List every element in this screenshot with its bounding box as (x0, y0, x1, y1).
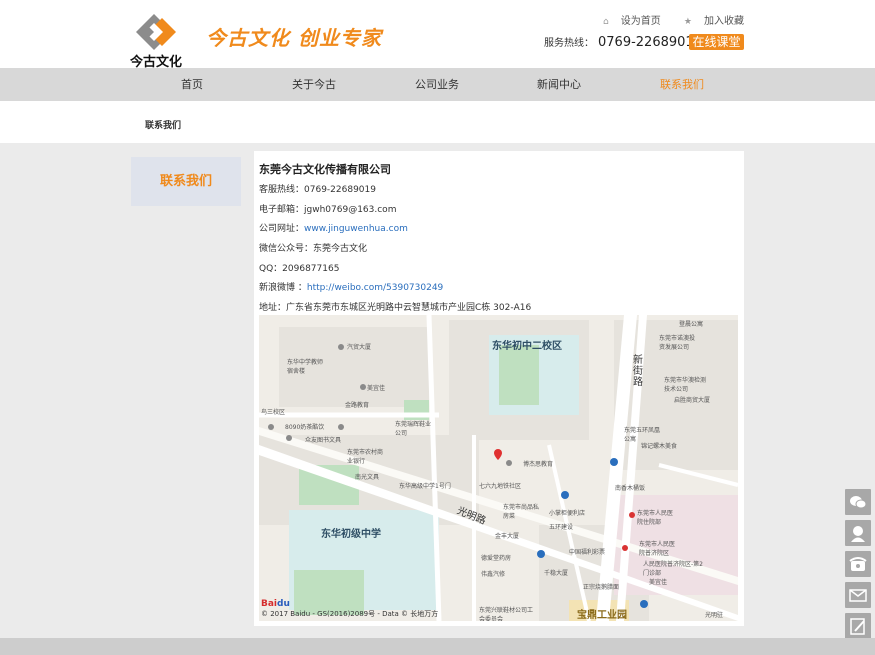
hotline-number: 0769-22689019 (598, 35, 702, 50)
map-poi: 五环建设 (549, 524, 574, 531)
qq-label: QQ： (259, 264, 283, 274)
add-favorite-label: 加入收藏 (704, 16, 744, 27)
website-link[interactable]: www.jinguwenhua.com (304, 224, 408, 234)
nav-item-contact[interactable]: 联系我们 (642, 68, 722, 101)
map-poi: 七六九地铁社区 (479, 483, 522, 490)
map-poi: 锦记螺木美食 (641, 443, 678, 450)
map-poi: 鸟三校区 (261, 409, 286, 416)
map-poi: 东莞市诺澳投资发展公司 (659, 335, 696, 351)
set-homepage-label: 设为首页 (620, 16, 661, 27)
map-poi: 正宗烧鹅腊面 (583, 584, 620, 591)
address-label: 地址： (259, 303, 287, 313)
map-label-road-xinjie: 新街路 (633, 355, 643, 388)
map-poi: 众友图书文具 (305, 437, 342, 444)
nav-item-home[interactable]: 首页 (152, 68, 232, 101)
map-poi: 南香木桶饭 (615, 485, 646, 492)
website-line: 公司网址：www.jinguwenhua.com (259, 221, 408, 234)
phone-icon (849, 557, 867, 571)
map-poi: 东莞瑞辉鞋业公司 (395, 421, 432, 437)
home-icon: ⌂ (603, 17, 609, 27)
feedback-icon (850, 618, 865, 635)
online-class-button[interactable]: 在线课堂 (689, 34, 744, 50)
main-nav: 首页 关于今古 公司业务 新闻中心 联系我们 (0, 68, 875, 101)
map-poi: 光明驻 (705, 612, 724, 619)
footer-strip (0, 638, 875, 655)
wechat-button[interactable] (845, 489, 871, 515)
wechat-value: 东莞今古文化 (313, 244, 368, 254)
star-icon: ★ (683, 17, 692, 27)
customer-service-button[interactable] (845, 520, 871, 546)
email-value[interactable]: jgwh0769@163.com (304, 205, 396, 215)
map-poi: 德爱堂药房 (481, 555, 512, 562)
map-poi: 东莞市人民医院普济院区 (639, 541, 676, 557)
map-label-industrial: 宝鼎工业园 (577, 610, 627, 621)
mail-button[interactable] (845, 582, 871, 608)
baidu-map-logo: Baidu (261, 599, 290, 609)
qq-value: 2096877165 (282, 264, 340, 274)
map-poi: 启胜商贸大厦 (674, 397, 711, 404)
map-poi: 东莞市尚品私房菜 (503, 504, 540, 520)
address-value: 广东省东莞市东城区光明路中云智慧城市产业园C栋 302-A16 (286, 303, 532, 313)
email-line: 电子邮箱：jgwh0769@163.com (259, 202, 396, 215)
map-poi: 博杰思教育 (523, 461, 554, 468)
nav-item-about[interactable]: 关于今古 (274, 68, 354, 101)
qq-line: QQ：2096877165 (259, 261, 339, 274)
map-poi: 美宜佳 (649, 579, 668, 586)
map-poi: 金丰大厦 (495, 533, 520, 540)
wechat-line: 微信公众号：东莞今古文化 (259, 241, 367, 254)
company-name: 东莞今古文化传播有限公司 (259, 163, 391, 176)
map-poi: 8090奶茶酷饮 (285, 424, 325, 431)
map-poi: 登晨公寓 (679, 321, 704, 328)
map-copyright: © 2017 Baidu - GS(2016)2089号 - Data © 长地… (261, 610, 439, 618)
map-poi: 美宜佳 (367, 385, 386, 392)
add-favorite-link[interactable]: ★ 加入收藏 (674, 16, 744, 27)
map-poi: 伟鑫汽修 (481, 571, 506, 578)
map-poi: 东华高级中学1号门 (399, 483, 451, 490)
map-label-school-mid: 东华初级中学 (321, 529, 381, 540)
map-poi: 金路教育 (345, 402, 370, 409)
service-hotline-line: 客服热线：0769-22689019 (259, 182, 376, 195)
breadcrumb: 联系我们 (145, 121, 182, 131)
map-poi: 东莞兴联鞋材公司工会委员会 (479, 607, 534, 621)
mail-icon (849, 589, 867, 602)
contact-panel: 东莞今古文化传播有限公司 客服热线：0769-22689019 电子邮箱：jgw… (254, 151, 744, 626)
map-label-school2: 东华初中二校区 (492, 341, 562, 352)
map-poi: 汽贸大厦 (347, 344, 372, 351)
weibo-line: 新浪微博 ：http://weibo.com/5390730249 (259, 280, 443, 293)
set-homepage-link[interactable]: ⌂ 设为首页 (593, 16, 661, 27)
service-hotline-value: 0769-22689019 (304, 185, 376, 195)
nav-item-business[interactable]: 公司业务 (397, 68, 477, 101)
map-poi: 东莞市人民医院住院部 (637, 510, 674, 526)
customer-service-icon (851, 526, 865, 542)
header: 今古文化 今古文化 创业专家 ⌂ 设为首页 ★ 加入收藏 服务热线： 0769-226… (0, 0, 875, 70)
map-poi: 千稳大厦 (544, 570, 569, 577)
map-poi: 人民医院普济院区-第2门诊部 (643, 561, 703, 577)
map-poi: 南光文具 (355, 474, 380, 481)
map-poi: 东莞市华澳检测技术公司 (664, 377, 707, 393)
breadcrumb-bar: 联系我们 (0, 101, 875, 143)
weibo-link[interactable]: http://weibo.com/5390730249 (307, 283, 443, 293)
logo-mark-icon (136, 14, 176, 50)
phone-button[interactable] (845, 551, 871, 577)
map-poi: 东莞市农村商业银行 (347, 449, 384, 465)
address-line: 地址：广东省东莞市东城区光明路中云智慧城市产业园C栋 302-A16 (259, 300, 531, 313)
weibo-label: 新浪微博 ： (259, 283, 307, 293)
email-label: 电子邮箱： (259, 205, 305, 215)
location-map[interactable]: 东华初中二校区 东华初级中学 光明路 新街路 宝鼎工业园 汽贸大厦 东华中学教师… (259, 315, 738, 621)
hotline-label: 服务热线： (544, 38, 594, 49)
wechat-icon (850, 496, 867, 509)
service-hotline-label: 客服热线： (259, 185, 305, 195)
wechat-label: 微信公众号： (259, 244, 314, 254)
feedback-button[interactable] (845, 613, 871, 639)
map-poi: 中国福利彩票 (569, 549, 606, 556)
top-links: ⌂ 设为首页 ★ 加入收藏 (583, 12, 744, 27)
map-poi: 东华中学教师宿舍楼 (287, 359, 324, 375)
header-hotline: 服务热线： 0769-22689019 (544, 34, 702, 50)
logo[interactable]: 今古文化 (130, 14, 182, 70)
slogan: 今古文化 创业专家 (206, 26, 382, 50)
website-label: 公司网址： (259, 224, 305, 234)
sidebar-title[interactable]: 联系我们 (131, 157, 241, 206)
map-poi: 小掌柜便利店 (549, 510, 586, 517)
nav-item-news[interactable]: 新闻中心 (519, 68, 599, 101)
